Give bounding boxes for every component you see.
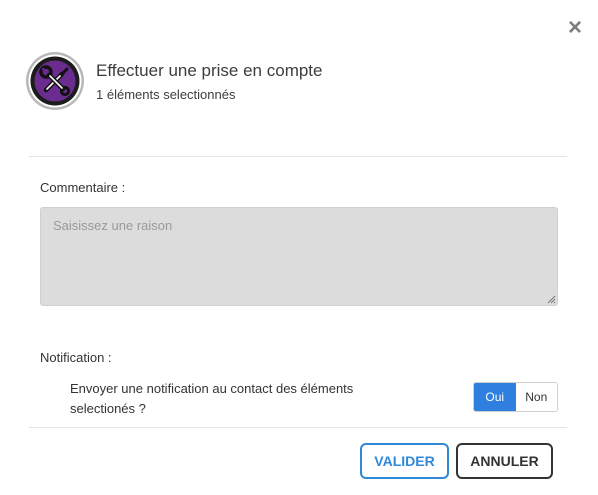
- notification-label: Notification :: [40, 350, 112, 365]
- dialog: × Effectuer une prise en compte 1 élémen…: [0, 0, 598, 495]
- cancel-button[interactable]: ANNULER: [456, 443, 553, 479]
- dialog-title: Effectuer une prise en compte: [96, 61, 323, 80]
- comment-input[interactable]: [40, 207, 558, 306]
- footer-divider: [29, 427, 567, 428]
- notification-question: Envoyer une notification au contact des …: [70, 381, 354, 416]
- notification-toggle: Oui Non: [473, 382, 558, 412]
- selection-count: 1 éléments selectionnés: [96, 87, 236, 102]
- validate-button[interactable]: VALIDER: [360, 443, 449, 479]
- toggle-option-oui[interactable]: Oui: [474, 383, 516, 411]
- resize-grip-icon[interactable]: [547, 295, 556, 304]
- toggle-option-non[interactable]: Non: [515, 383, 557, 411]
- close-icon[interactable]: ×: [564, 16, 586, 40]
- header-divider: [29, 156, 567, 157]
- comment-label: Commentaire :: [40, 180, 126, 195]
- wrench-screwdriver-icon: [26, 52, 84, 110]
